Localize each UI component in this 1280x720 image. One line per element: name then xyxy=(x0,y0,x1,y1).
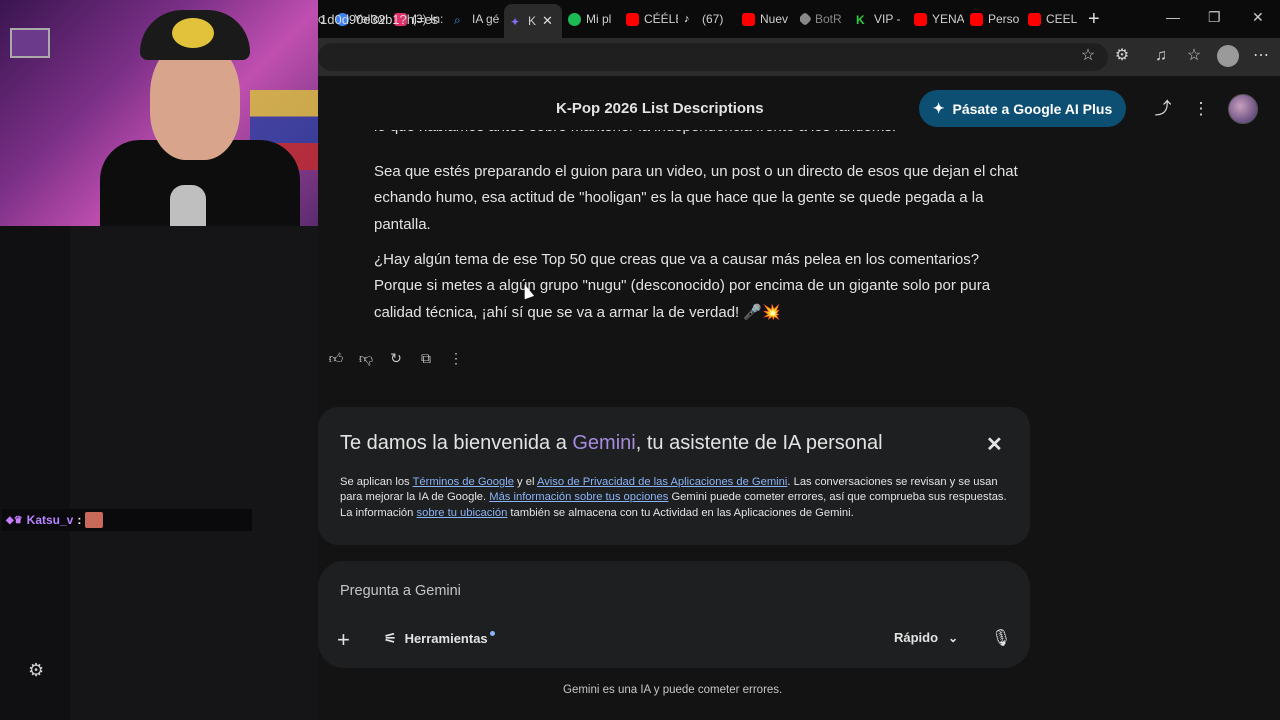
tab-label: CEELI xyxy=(1046,12,1078,26)
browser-tab[interactable]: CÉÉLE xyxy=(626,8,678,30)
close-tab-icon[interactable]: ✕ xyxy=(542,13,553,29)
welcome-title-pre: Te damos la bienvenida a xyxy=(340,432,573,454)
tab-label: CÉÉLE xyxy=(644,12,678,26)
welcome-brand: Gemini xyxy=(572,432,636,454)
sparkle-icon: ✦ xyxy=(932,100,945,116)
youtube-icon xyxy=(626,12,639,26)
browser-tab[interactable]: CEELI xyxy=(1028,8,1078,30)
gemini-icon: ✦ xyxy=(510,14,521,29)
upgrade-plan-button[interactable]: ✦ Pásate a Google AI Plus xyxy=(919,90,1126,127)
microphone xyxy=(170,185,206,226)
browser-tab[interactable]: ⌕ IA gé xyxy=(454,8,502,30)
terms-link[interactable]: Términos de Google xyxy=(413,476,514,488)
browser-profile-avatar[interactable] xyxy=(1217,45,1239,67)
new-tab-button[interactable]: + xyxy=(1088,8,1100,31)
url-field[interactable] xyxy=(318,43,1108,71)
add-attachment-button[interactable]: + xyxy=(337,627,350,653)
settings-gear-icon[interactable]: ⚙ xyxy=(28,660,44,681)
webcam-overlay xyxy=(0,0,318,226)
stream-left-strip xyxy=(70,226,318,720)
media-icon[interactable]: ♫ xyxy=(1150,45,1172,67)
tab-label: Perso xyxy=(988,12,1020,26)
minimize-icon[interactable]: — xyxy=(1166,9,1180,25)
chevron-down-icon: ⌄ xyxy=(948,630,959,645)
tab-label: (67) xyxy=(702,12,724,26)
browser-tab[interactable]: YENA xyxy=(914,8,964,30)
user-avatar[interactable] xyxy=(1228,94,1258,124)
location-link[interactable]: sobre tu ubicación xyxy=(417,507,508,519)
youtube-icon xyxy=(970,12,983,26)
new-indicator-dot xyxy=(489,631,495,636)
share-icon[interactable]: ⤴ xyxy=(1153,99,1173,119)
welcome-text: y el xyxy=(513,476,537,488)
cap-logo xyxy=(172,18,214,48)
welcome-body: Se aplican los Términos de Google y el A… xyxy=(340,475,1010,521)
stream-chat-message: ◆♛ Katsu_v : xyxy=(2,509,252,531)
close-welcome-icon[interactable]: ✕ xyxy=(986,432,1003,457)
chat-emote xyxy=(85,512,104,528)
youtube-icon xyxy=(1028,12,1041,26)
tab-label: Mi pl xyxy=(586,12,612,26)
spotify-icon xyxy=(568,12,581,26)
browser-tab[interactable]: ♪ (67) xyxy=(684,8,736,30)
chat-badges: ◆♛ xyxy=(6,514,23,526)
more-options-icon[interactable]: ⋮ xyxy=(1191,99,1211,119)
privacy-link[interactable]: Aviso de Privacidad de las Aplicaciones … xyxy=(537,476,787,488)
tiktok-icon: ♪ xyxy=(684,12,690,25)
browser-tab-active[interactable]: ✦ K ✕ xyxy=(504,4,562,38)
thumbs-down-icon[interactable]: 👎︎ xyxy=(357,349,375,367)
response-partial-line: lo que hablamos antes sobre mantener la … xyxy=(374,130,1014,140)
mode-label: Rápido xyxy=(894,630,939,645)
tools-sliders-icon: ⚟ xyxy=(384,630,397,646)
response-paragraph: ¿Hay algún tema de ese Top 50 que creas … xyxy=(374,251,991,321)
tab-label: VIP - xyxy=(874,12,901,26)
welcome-text: también se almacena con tu Actividad en … xyxy=(507,506,854,519)
prompt-input[interactable] xyxy=(340,581,840,601)
browser-tab[interactable]: Nuev xyxy=(742,8,792,30)
botrix-icon xyxy=(800,11,813,27)
bookmark-star-icon[interactable]: ☆ xyxy=(1077,45,1099,67)
welcome-text: Se aplican los xyxy=(340,476,413,488)
kick-icon: K xyxy=(856,12,865,27)
chat-title[interactable]: K-Pop 2026 List Descriptions xyxy=(556,100,764,117)
chat-username: Katsu_v xyxy=(26,513,74,527)
youtube-icon xyxy=(742,12,755,26)
more-vertical-icon[interactable]: ⋮ xyxy=(447,349,465,367)
search-icon: ⌕ xyxy=(454,12,461,27)
favorites-icon[interactable]: ☆ xyxy=(1183,45,1205,67)
close-window-icon[interactable]: ✕ xyxy=(1252,9,1264,26)
tab-label: YENA xyxy=(932,12,964,26)
response-paragraph: Sea que estés preparando el guion para u… xyxy=(374,163,1018,233)
youtube-icon xyxy=(914,12,927,26)
disclaimer-text: Gemini es una IA y puede cometer errores… xyxy=(563,684,783,696)
url-text[interactable]: 1d0d90e32b1?hl=es xyxy=(320,12,438,27)
copy-icon[interactable]: ⧉ xyxy=(417,349,435,367)
regenerate-icon[interactable]: ↻ xyxy=(387,349,405,367)
upgrade-label: Pásate a Google AI Plus xyxy=(952,100,1113,117)
tab-label: K xyxy=(528,14,537,28)
chat-separator: : xyxy=(77,513,82,527)
browser-tab[interactable]: K VIP - xyxy=(856,8,906,30)
tools-button[interactable]: ⚟ Herramientas xyxy=(384,630,495,647)
options-link[interactable]: Más información sobre tus opciones xyxy=(489,491,668,503)
tab-label: IA gé xyxy=(472,12,500,26)
browser-tab[interactable]: Perso xyxy=(970,8,1022,30)
wall-poster xyxy=(10,28,50,58)
model-mode-select[interactable]: Rápido ⌄ xyxy=(894,630,958,645)
browser-tab[interactable]: BotR xyxy=(800,8,850,30)
tab-label: BotR xyxy=(815,12,842,26)
welcome-title: Te damos la bienvenida a Gemini, tu asis… xyxy=(340,432,883,455)
tab-label: Nuev xyxy=(760,12,789,26)
thumbs-up-icon[interactable]: 👍︎ xyxy=(327,349,345,367)
browser-tab[interactable]: Mi pl xyxy=(568,8,620,30)
restore-icon[interactable]: ❐ xyxy=(1208,9,1221,26)
prompt-box xyxy=(318,561,1030,668)
more-menu-icon[interactable]: ⋯ xyxy=(1250,45,1272,67)
tools-label: Herramientas xyxy=(404,631,488,646)
extensions-icon[interactable]: ⚙ xyxy=(1111,45,1133,67)
microphone-icon[interactable]: 🎙︎ xyxy=(991,628,1011,648)
welcome-title-post: , tu asistente de IA personal xyxy=(635,432,883,454)
response-partial-text: lo que hablamos antes sobre mantener la … xyxy=(374,130,1014,140)
